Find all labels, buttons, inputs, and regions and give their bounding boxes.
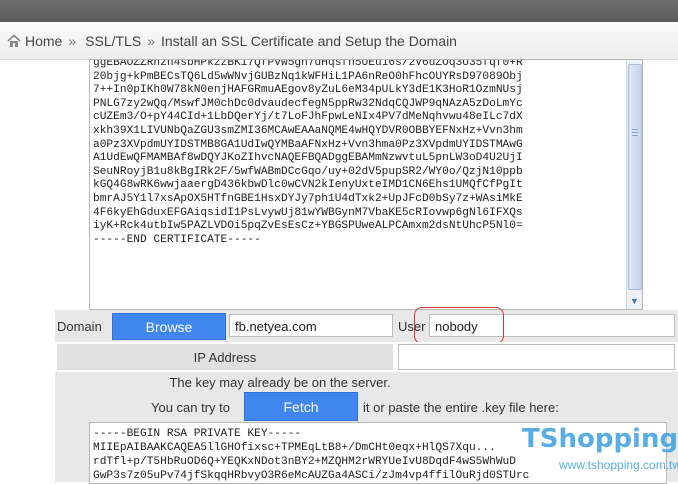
- key-try-text: You can try to: [151, 400, 231, 415]
- watermark-logo: TShopping www.tshopping.com.tw: [519, 424, 678, 480]
- watermark-brand: TShopping: [522, 424, 678, 454]
- browse-button[interactable]: Browse: [112, 313, 226, 340]
- breadcrumb: Home » SSL/TLS » Install an SSL Certific…: [0, 22, 678, 60]
- certificate-text: ggEBAOZZRhzn4sbHPkzzBKi7QfPvw5gh7dHqsfh5…: [93, 59, 523, 246]
- ip-address-field[interactable]: [398, 344, 675, 370]
- scrollbar-thumb[interactable]: [628, 64, 642, 290]
- domain-field[interactable]: fb.netyea.com: [229, 314, 393, 337]
- user-highlight-annotation: [414, 307, 504, 344]
- private-key-text: -----BEGIN RSA PRIVATE KEY----- MIIEpAIB…: [93, 428, 530, 482]
- ip-row: IP Address: [55, 342, 678, 372]
- fetch-button[interactable]: Fetch: [244, 392, 358, 421]
- ip-address-label: IP Address: [57, 344, 393, 370]
- breadcrumb-home-link[interactable]: Home: [25, 33, 62, 49]
- breadcrumb-separator: »: [68, 32, 77, 49]
- breadcrumb-separator: »: [147, 32, 155, 49]
- scroll-down-icon[interactable]: ▼: [629, 296, 640, 307]
- key-paste-text: it or paste the entire .key file here:: [363, 400, 559, 415]
- home-icon[interactable]: [6, 33, 22, 49]
- watermark-url: www.tshopping.com.tw: [559, 458, 678, 472]
- breadcrumb-ssl-tls-link[interactable]: SSL/TLS: [85, 33, 141, 49]
- breadcrumb-current: Install an SSL Certificate and Setup the…: [160, 32, 457, 49]
- domain-row: Domain Browse fb.netyea.com User nobody: [55, 307, 678, 344]
- key-note: The key may already be on the server.: [169, 375, 391, 390]
- top-bar: [0, 0, 678, 23]
- certificate-textarea[interactable]: ggEBAOZZRhzn4sbHPkzzBKi7QfPvw5gh7dHqsfh5…: [89, 59, 643, 310]
- domain-label: Domain: [57, 319, 102, 334]
- certificate-scrollbar[interactable]: ▼: [626, 60, 642, 309]
